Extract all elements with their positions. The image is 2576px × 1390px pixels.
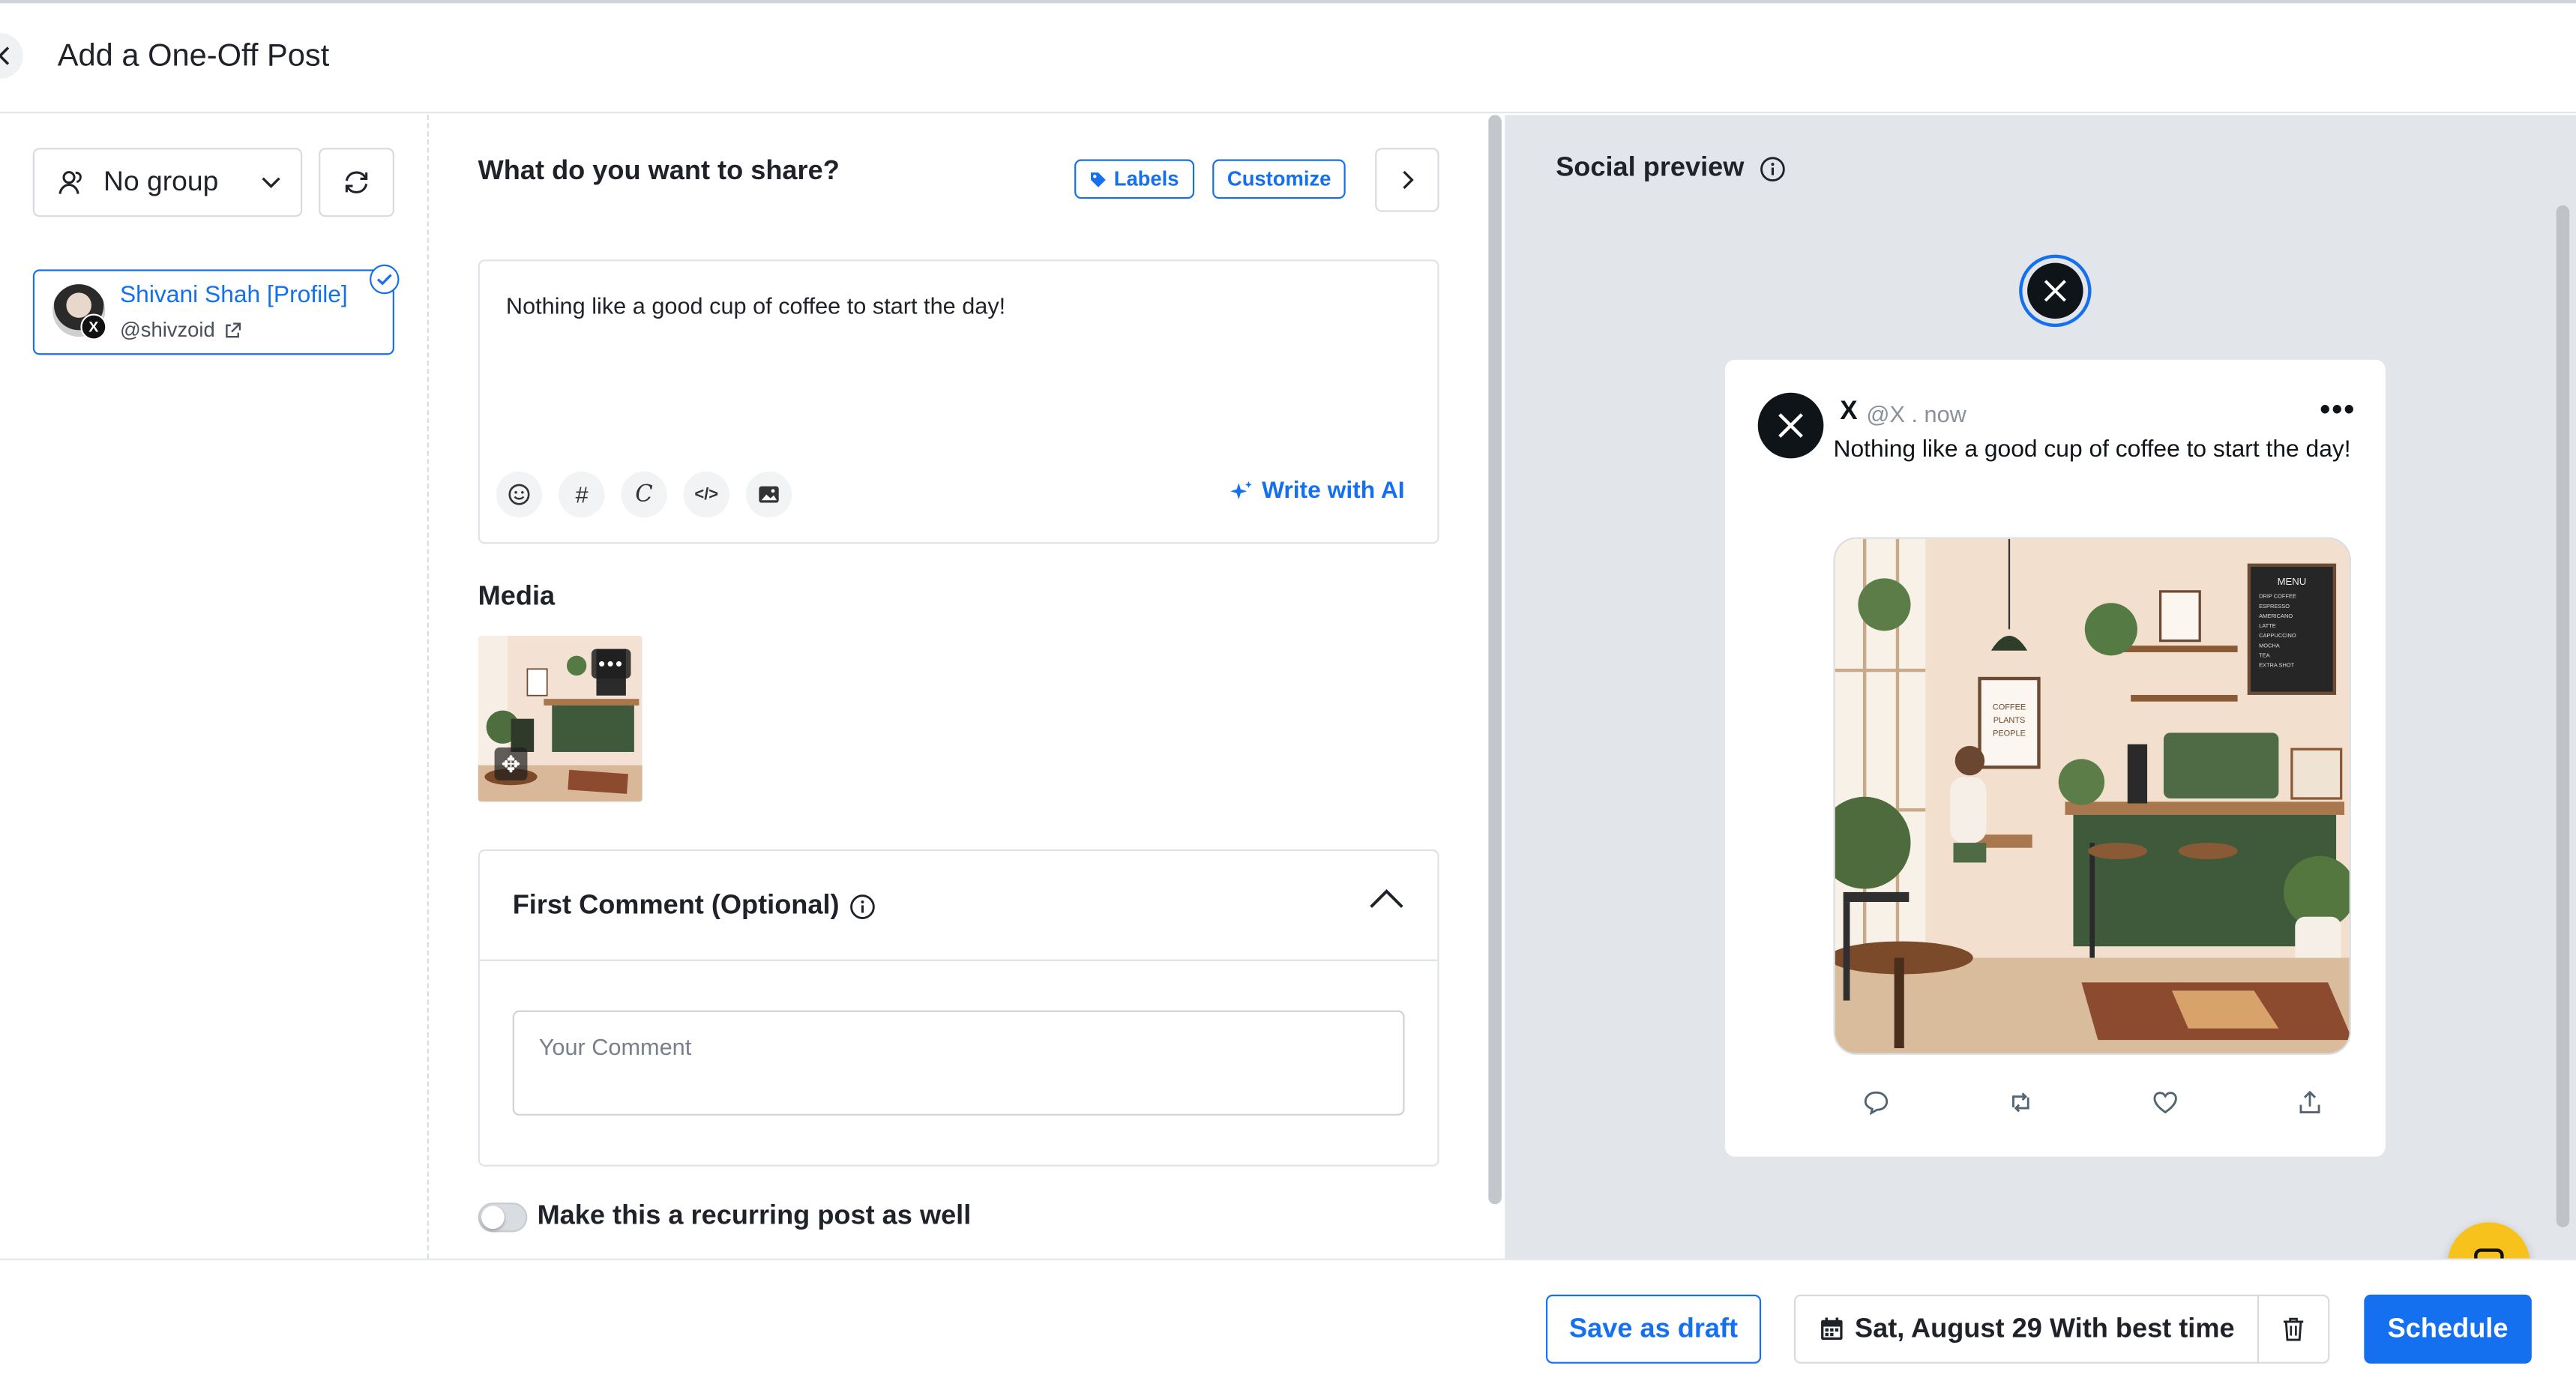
selected-check-icon xyxy=(370,264,400,295)
svg-text:DRIP COFFEE: DRIP COFFEE xyxy=(2259,593,2296,600)
recurring-toggle[interactable] xyxy=(478,1201,528,1232)
x-logo-icon xyxy=(2044,280,2066,302)
media-thumbnail[interactable]: ••• ✥ xyxy=(478,636,643,802)
media-options-button[interactable]: ••• xyxy=(591,649,631,679)
svg-text:PEOPLE: PEOPLE xyxy=(1993,729,2026,738)
labels-button-label: Labels xyxy=(1113,167,1179,191)
profile-name: Shivani Shah [Profile] xyxy=(119,282,348,309)
users-icon xyxy=(58,171,82,194)
svg-text:COFFEE: COFFEE xyxy=(1993,703,2026,712)
emoji-button[interactable] xyxy=(496,471,543,518)
tweet-preview-card: X @X . now ••• Nothing like a good cup o… xyxy=(1724,359,2386,1157)
chevron-down-icon xyxy=(262,177,280,189)
tweet-display-name: X xyxy=(1840,397,1858,426)
modal-header: Add a One-Off Post xyxy=(0,3,2576,114)
svg-text:TEA: TEA xyxy=(2259,652,2270,659)
profile-sidebar: No group X Shivani Shah [Profile] @shivz… xyxy=(0,115,429,1259)
repost-icon[interactable] xyxy=(2008,1089,2034,1116)
collapse-button[interactable] xyxy=(1368,887,1404,918)
recurring-label: Make this a recurring post as well xyxy=(537,1200,972,1231)
svg-text:MENU: MENU xyxy=(2278,576,2307,587)
info-icon[interactable] xyxy=(849,893,876,919)
tweet-meta: @X . now xyxy=(1866,400,1966,427)
first-comment-title-row: First Comment (Optional) xyxy=(513,891,876,922)
composer-heading: What do you want to share? xyxy=(478,156,840,186)
x-network-badge: X xyxy=(80,313,107,340)
code-icon: </> xyxy=(694,485,719,504)
chevron-left-icon xyxy=(0,46,10,65)
refresh-button[interactable] xyxy=(319,148,394,217)
more-options-icon[interactable]: ••• xyxy=(2320,393,2356,427)
network-tab-x[interactable] xyxy=(2019,254,2092,328)
social-preview-panel: Social preview X @X . now ••• Nothing li… xyxy=(1505,115,2576,1259)
recurring-row: Make this a recurring post as well xyxy=(478,1200,972,1233)
emoji-icon xyxy=(508,484,530,505)
date-picker-button[interactable]: Sat, August 29 With best time xyxy=(1793,1294,2260,1364)
drag-handle-icon[interactable]: ✥ xyxy=(494,747,528,780)
reply-icon[interactable] xyxy=(1863,1089,1889,1116)
svg-text:PLANTS: PLANTS xyxy=(1993,716,2026,725)
composer-scrollbar[interactable] xyxy=(1488,115,1502,1205)
next-button[interactable] xyxy=(1375,148,1439,212)
tweet-text: Nothing like a good cup of coffee to sta… xyxy=(1833,436,2351,463)
write-with-ai-label: Write with AI xyxy=(1261,478,1405,505)
chevron-right-icon xyxy=(1402,170,1413,190)
svg-text:MOCHA: MOCHA xyxy=(2259,642,2280,649)
svg-text:AMERICANO: AMERICANO xyxy=(2259,613,2293,619)
svg-text:EXTRA SHOT: EXTRA SHOT xyxy=(2259,662,2295,669)
clear-date-button[interactable] xyxy=(2257,1294,2330,1364)
customize-button-label: Customize xyxy=(1227,167,1331,191)
svg-text:CAPPUCCINO: CAPPUCCINO xyxy=(2259,632,2296,639)
write-with-ai-button[interactable]: Write with AI xyxy=(1229,478,1405,505)
tweet-avatar xyxy=(1757,392,1824,459)
scheduled-date: Sat, August 29 With best time xyxy=(1855,1313,2235,1344)
chevron-up-icon xyxy=(1370,889,1403,909)
profile-handle-row: @shivzoid xyxy=(120,319,241,342)
back-button[interactable] xyxy=(0,32,23,79)
external-link-icon[interactable] xyxy=(223,321,241,339)
x-logo-icon xyxy=(1778,413,1803,438)
canva-icon: C xyxy=(635,481,653,508)
first-comment-section: First Comment (Optional) xyxy=(478,849,1439,1167)
group-select[interactable]: No group xyxy=(32,148,303,217)
profile-card[interactable]: X Shivani Shah [Profile] @shivzoid xyxy=(32,264,400,355)
first-comment-input[interactable] xyxy=(512,1010,1405,1116)
post-editor[interactable]: Nothing like a good cup of coffee to sta… xyxy=(478,259,1439,544)
labels-button[interactable]: Labels xyxy=(1074,159,1194,199)
group-select-value: No group xyxy=(103,166,219,197)
composer-panel: What do you want to share? Labels Custom… xyxy=(430,115,1487,1258)
hashtag-button[interactable]: # xyxy=(559,471,605,518)
canva-button[interactable]: C xyxy=(621,471,667,518)
preview-scrollbar[interactable] xyxy=(2556,205,2570,1227)
refresh-icon xyxy=(345,171,368,193)
save-draft-button[interactable]: Save as draft xyxy=(1546,1294,1762,1364)
calendar-icon xyxy=(1821,1317,1843,1341)
tweet-image: COFFEE PLANTS PEOPLE MENU DRIP COFFEE ES… xyxy=(1833,537,2351,1055)
preview-title: Social preview xyxy=(1556,152,1745,183)
tweet-actions xyxy=(1863,1089,2323,1116)
image-button[interactable] xyxy=(745,471,792,518)
customize-button[interactable]: Customize xyxy=(1212,159,1346,199)
like-icon[interactable] xyxy=(2152,1089,2179,1116)
media-heading: Media xyxy=(478,581,556,612)
profile-handle: @shivzoid xyxy=(119,319,215,342)
code-button[interactable]: </> xyxy=(683,471,729,518)
first-comment-title: First Comment (Optional) xyxy=(512,890,840,921)
footer-bar: Save as draft Sat, August 29 With best t… xyxy=(0,1258,2576,1390)
tag-icon xyxy=(1091,171,1106,187)
page-title: Add a One-Off Post xyxy=(57,39,330,74)
cafe-illustration: COFFEE PLANTS PEOPLE MENU DRIP COFFEE ES… xyxy=(1835,538,2350,1053)
svg-text:LATTE: LATTE xyxy=(2259,622,2276,629)
preview-title-row: Social preview xyxy=(1556,153,1785,184)
image-icon xyxy=(759,486,779,503)
first-comment-header[interactable]: First Comment (Optional) xyxy=(479,851,1438,961)
post-text[interactable]: Nothing like a good cup of coffee to sta… xyxy=(506,292,1005,319)
hashtag-icon: # xyxy=(575,481,589,508)
sparkle-icon xyxy=(1230,480,1252,499)
schedule-button[interactable]: Schedule xyxy=(2364,1294,2532,1364)
info-icon[interactable] xyxy=(1759,155,1785,181)
trash-icon xyxy=(2283,1317,2304,1341)
svg-text:ESPRESSO: ESPRESSO xyxy=(2259,603,2290,610)
share-icon[interactable] xyxy=(2296,1089,2323,1116)
